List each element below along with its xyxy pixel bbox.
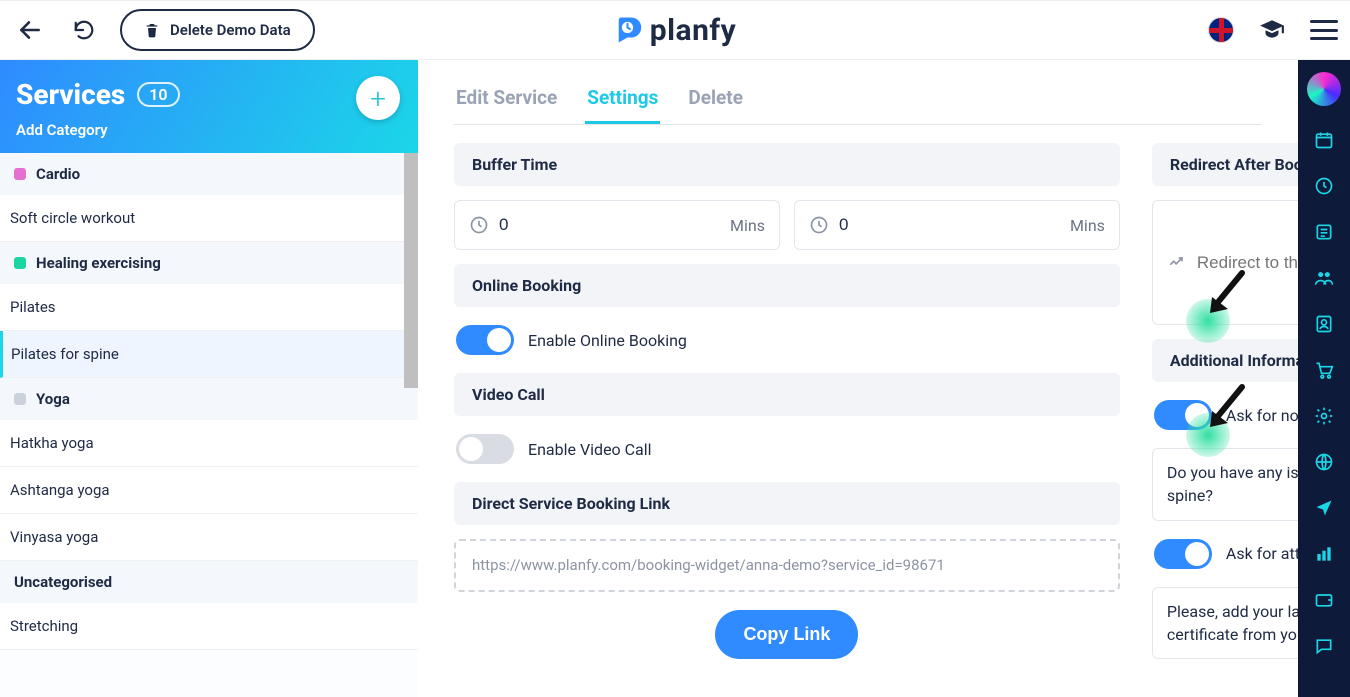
toggle-ask-attachments[interactable]	[1154, 539, 1212, 569]
brand: planfy	[614, 13, 737, 48]
rail-chat-icon[interactable]	[1312, 634, 1336, 658]
buffer-before-input[interactable]	[499, 215, 720, 235]
settings-left-column: Buffer Time Mins Mins Online Booking	[454, 143, 1120, 659]
sidebar-item-stretching[interactable]: Stretching	[0, 603, 418, 650]
sidebar-item-pilates-spine[interactable]: Pilates for spine	[0, 331, 418, 378]
service-list[interactable]: Cardio Soft circle workout Healing exerc…	[0, 153, 418, 697]
ask-attach-label: Ask for attachments	[1226, 544, 1298, 563]
rail-contact-icon[interactable]	[1312, 312, 1336, 336]
sidebar-item-soft-circle[interactable]: Soft circle workout	[0, 195, 418, 242]
trash-icon	[144, 21, 160, 39]
topbar: Delete Demo Data planfy	[0, 0, 1350, 60]
rail-gear-icon[interactable]	[1312, 404, 1336, 428]
clock-icon	[469, 215, 489, 235]
category-cardio[interactable]: Cardio	[0, 153, 418, 195]
rail-send-icon[interactable]	[1312, 496, 1336, 520]
menu-icon[interactable]	[1310, 20, 1338, 40]
sidebar-item-vinyasa[interactable]: Vinyasa yoga	[0, 514, 418, 561]
mins-suffix: Mins	[1070, 216, 1105, 235]
brand-text: planfy	[650, 13, 737, 48]
main-content: Edit Service Settings Delete Buffer Time…	[418, 60, 1298, 697]
category-label: Yoga	[36, 390, 70, 408]
section-redirect: Redirect After Booking	[1152, 143, 1298, 186]
tab-settings[interactable]: Settings	[585, 78, 660, 124]
category-label: Cardio	[36, 165, 80, 183]
section-additional-info: Additional Information	[1152, 339, 1298, 382]
sidebar-item-hatkha[interactable]: Hatkha yoga	[0, 420, 418, 467]
clock-icon	[809, 215, 829, 235]
buffer-before-field[interactable]: Mins	[454, 200, 780, 250]
sidebar-header: Services 10 + Add Category	[0, 60, 418, 153]
graduation-icon[interactable]	[1254, 12, 1290, 48]
category-label: Healing exercising	[36, 254, 161, 272]
section-video-call: Video Call	[454, 373, 1120, 416]
redirect-input[interactable]	[1197, 253, 1298, 273]
sidebar-item-pilates[interactable]: Pilates	[0, 284, 418, 331]
tab-delete[interactable]: Delete	[686, 78, 745, 124]
services-count: 10	[137, 82, 179, 107]
toggle-online-label: Enable Online Booking	[528, 331, 687, 350]
notes-textarea[interactable]	[1152, 448, 1298, 520]
section-buffer-time: Buffer Time	[454, 143, 1120, 186]
attachments-textarea[interactable]	[1152, 587, 1298, 659]
language-flag-icon[interactable]	[1208, 17, 1234, 43]
redirect-field[interactable]	[1152, 200, 1298, 325]
add-category-link[interactable]: Add Category	[0, 121, 418, 153]
copy-link-button[interactable]: Copy Link	[715, 610, 858, 659]
brand-logo-icon	[614, 15, 644, 45]
rail-cart-icon[interactable]	[1312, 358, 1336, 382]
rail-list-icon[interactable]	[1312, 220, 1336, 244]
right-rail	[1298, 60, 1350, 697]
tab-edit-service[interactable]: Edit Service	[454, 78, 559, 124]
back-icon[interactable]	[12, 12, 48, 48]
category-label: Uncategorised	[14, 573, 112, 591]
rail-wallet-icon[interactable]	[1312, 588, 1336, 612]
toggle-video-call[interactable]	[456, 434, 514, 464]
sidebar: Services 10 + Add Category Cardio Soft c…	[0, 60, 418, 697]
rail-clock-icon[interactable]	[1312, 174, 1336, 198]
sidebar-title: Services	[16, 78, 125, 111]
rail-people-icon[interactable]	[1312, 266, 1336, 290]
sidebar-item-ashtanga[interactable]: Ashtanga yoga	[0, 467, 418, 514]
mins-suffix: Mins	[730, 216, 765, 235]
category-healing[interactable]: Healing exercising	[0, 242, 418, 284]
buffer-after-input[interactable]	[839, 215, 1060, 235]
ask-notes-label: Ask for notes	[1226, 406, 1298, 425]
toggle-video-label: Enable Video Call	[528, 440, 652, 459]
category-yoga[interactable]: Yoga	[0, 378, 418, 420]
rail-globe-icon[interactable]	[1312, 450, 1336, 474]
delete-demo-button[interactable]: Delete Demo Data	[120, 9, 315, 51]
toggle-online-booking[interactable]	[456, 325, 514, 355]
rail-chart-icon[interactable]	[1312, 542, 1336, 566]
rail-calendar-icon[interactable]	[1312, 128, 1336, 152]
add-service-button[interactable]: +	[356, 76, 400, 120]
redirect-icon	[1167, 253, 1187, 273]
tabs: Edit Service Settings Delete	[454, 78, 1262, 125]
section-direct-link: Direct Service Booking Link	[454, 482, 1120, 525]
toggle-ask-notes[interactable]	[1154, 400, 1212, 430]
section-online-booking: Online Booking	[454, 264, 1120, 307]
delete-demo-label: Delete Demo Data	[170, 21, 291, 39]
buffer-after-field[interactable]: Mins	[794, 200, 1120, 250]
direct-link-box[interactable]: https://www.planfy.com/booking-widget/an…	[454, 539, 1120, 592]
settings-right-column: Redirect After Booking Additional Inform…	[1152, 143, 1298, 659]
refresh-icon[interactable]	[66, 12, 102, 48]
rail-orb-icon[interactable]	[1307, 72, 1341, 106]
category-uncategorised[interactable]: Uncategorised	[0, 561, 418, 603]
